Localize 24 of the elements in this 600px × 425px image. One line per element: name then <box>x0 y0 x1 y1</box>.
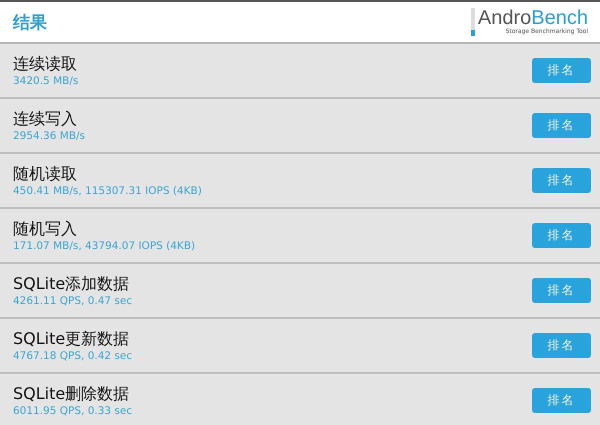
test-result: 171.07 MB/s, 43794.07 IOPS (4KB) <box>13 238 196 252</box>
test-result: 6011.95 QPS, 0.33 sec <box>13 404 132 418</box>
ranking-button[interactable]: 排名 <box>532 58 591 83</box>
test-name: SQLite更新数据 <box>13 328 130 348</box>
logo-bar-icon <box>470 8 475 36</box>
ranking-button[interactable]: 排名 <box>532 388 591 413</box>
test-result: 4261.11 QPS, 0.47 sec <box>13 294 132 308</box>
test-name: 连续读取 <box>13 54 78 74</box>
test-result: 2954.36 MB/s <box>13 128 86 142</box>
test-name: 连续写入 <box>13 108 78 128</box>
logo-text: AndroBench <box>478 8 588 28</box>
ranking-button[interactable]: 排名 <box>532 113 591 138</box>
test-name: SQLite添加数据 <box>13 274 130 294</box>
page-title: 结果 <box>13 12 47 34</box>
test-result: 4767.18 QPS, 0.42 sec <box>13 348 132 362</box>
ranking-button[interactable]: 排名 <box>532 168 591 193</box>
test-result: 3420.5 MB/s <box>13 74 78 88</box>
test-name: 随机读取 <box>13 164 78 184</box>
ranking-button[interactable]: 排名 <box>532 278 591 303</box>
test-result: 450.41 MB/s, 115307.31 IOPS (4KB) <box>13 184 202 198</box>
ranking-button[interactable]: 排名 <box>532 333 591 358</box>
test-name: 随机写入 <box>13 218 78 238</box>
test-name: SQLite删除数据 <box>13 384 130 404</box>
ranking-button[interactable]: 排名 <box>532 223 591 248</box>
